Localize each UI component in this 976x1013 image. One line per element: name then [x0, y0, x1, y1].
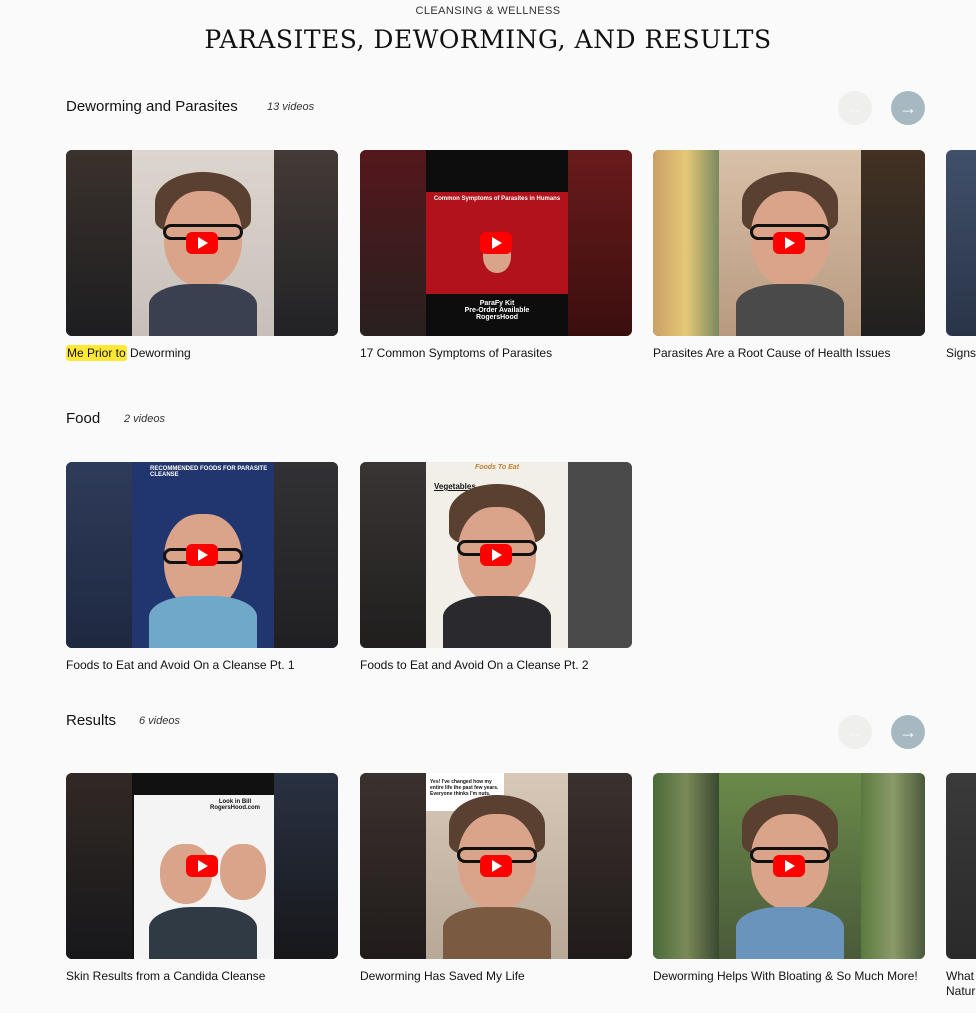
section-header: Food 2 videos [66, 410, 976, 434]
arrow-right-icon: → [899, 721, 917, 742]
video-title[interactable]: Signs [946, 346, 976, 361]
prev-button[interactable]: ← [838, 91, 872, 125]
eyebrow: CLEANSING & WELLNESS [415, 5, 561, 17]
overlay-title: Foods To Eat [474, 464, 520, 471]
section-header: Results 6 videos ← → [66, 712, 976, 749]
video-card[interactable]: Yes! I've changed how my entire life the… [360, 773, 632, 984]
video-card[interactable]: Signs [946, 150, 976, 361]
youtube-play-icon[interactable] [480, 855, 512, 877]
video-carousel: Me Prior to Deworming Common Symptoms of… [66, 150, 976, 370]
video-thumbnail[interactable]: Foods To Eat Vegetables [360, 462, 632, 648]
video-thumbnail[interactable] [653, 773, 925, 959]
section-results: Results 6 videos ← → Look in Bill Rogers… [66, 712, 976, 998]
youtube-play-icon[interactable] [480, 544, 512, 566]
video-card[interactable]: Deworming Helps With Bloating & So Much … [653, 773, 925, 984]
section-deworming: Deworming and Parasites 13 videos ← → Me… [66, 91, 976, 361]
video-thumbnail[interactable]: Common Symptoms of Parasites in Humans P… [360, 150, 632, 336]
overlay-title: Yes! I've changed how my entire life the… [430, 779, 499, 797]
section-title: Results [66, 712, 117, 729]
arrow-left-icon: ← [846, 721, 864, 742]
video-title[interactable]: Skin Results from a Candida Cleanse [66, 969, 338, 984]
video-thumbnail[interactable] [946, 773, 976, 959]
section-title: Food [66, 410, 101, 427]
youtube-play-icon[interactable] [480, 232, 512, 254]
video-thumbnail[interactable] [66, 150, 338, 336]
video-carousel: Look in Bill RogersHood.com Skin Results… [66, 773, 976, 1013]
next-button[interactable]: → [891, 715, 925, 749]
video-card[interactable]: Parasites Are a Root Cause of Health Iss… [653, 150, 925, 361]
section-title: Deworming and Parasites [66, 98, 238, 115]
youtube-play-icon[interactable] [773, 855, 805, 877]
arrow-left-icon: ← [846, 97, 864, 118]
video-card[interactable]: Look in Bill RogersHood.com Skin Results… [66, 773, 338, 984]
video-thumbnail[interactable]: RECOMMENDED FOODS FOR PARASITE CLEANSE [66, 462, 338, 648]
youtube-play-icon[interactable] [186, 855, 218, 877]
youtube-play-icon[interactable] [773, 232, 805, 254]
video-count: 2 videos [124, 413, 165, 425]
video-carousel: RECOMMENDED FOODS FOR PARASITE CLEANSE F… [66, 462, 976, 682]
highlighted-text: Me Prior to [66, 345, 127, 361]
video-title[interactable]: 17 Common Symptoms of Parasites [360, 346, 632, 361]
overlay-footer: ParaFy Kit Pre-Order Available RogersHoo… [464, 300, 530, 321]
youtube-play-icon[interactable] [186, 544, 218, 566]
video-thumbnail[interactable]: Look in Bill RogersHood.com [66, 773, 338, 959]
youtube-play-icon[interactable] [186, 232, 218, 254]
video-card[interactable]: Foods To Eat Vegetables Foods to Eat and… [360, 462, 632, 673]
video-count: 6 videos [139, 715, 180, 727]
video-title[interactable]: Foods to Eat and Avoid On a Cleanse Pt. … [66, 658, 338, 673]
video-card[interactable]: RECOMMENDED FOODS FOR PARASITE CLEANSE F… [66, 462, 338, 673]
video-card[interactable]: What Natur [946, 773, 976, 999]
overlay-title: Common Symptoms of Parasites in Humans [433, 196, 561, 202]
video-card[interactable]: Common Symptoms of Parasites in Humans P… [360, 150, 632, 361]
overlay-title: Look in Bill RogersHood.com [209, 799, 260, 811]
section-header: Deworming and Parasites 13 videos ← → [66, 91, 976, 125]
video-title[interactable]: Foods to Eat and Avoid On a Cleanse Pt. … [360, 658, 632, 673]
video-thumbnail[interactable]: Yes! I've changed how my entire life the… [360, 773, 632, 959]
video-card[interactable]: Me Prior to Deworming [66, 150, 338, 361]
video-title[interactable]: Deworming Helps With Bloating & So Much … [653, 969, 925, 984]
video-title[interactable]: Deworming Has Saved My Life [360, 969, 632, 984]
prev-button[interactable]: ← [838, 715, 872, 749]
next-button[interactable]: → [891, 91, 925, 125]
video-title[interactable]: Parasites Are a Root Cause of Health Iss… [653, 346, 925, 361]
video-title[interactable]: What Natur [946, 969, 976, 999]
video-title-rest: Deworming [126, 346, 191, 360]
page-title: PARASITES, DEWORMING, AND RESULTS [204, 25, 772, 54]
video-thumbnail[interactable] [653, 150, 925, 336]
section-food: Food 2 videos RECOMMENDED FOODS FOR PARA… [66, 410, 976, 672]
overlay-title: RECOMMENDED FOODS FOR PARASITE CLEANSE [150, 466, 268, 478]
video-title[interactable]: Me Prior to Deworming [66, 345, 338, 361]
arrow-right-icon: → [899, 97, 917, 118]
video-thumbnail[interactable] [946, 150, 976, 336]
video-count: 13 videos [267, 101, 315, 113]
